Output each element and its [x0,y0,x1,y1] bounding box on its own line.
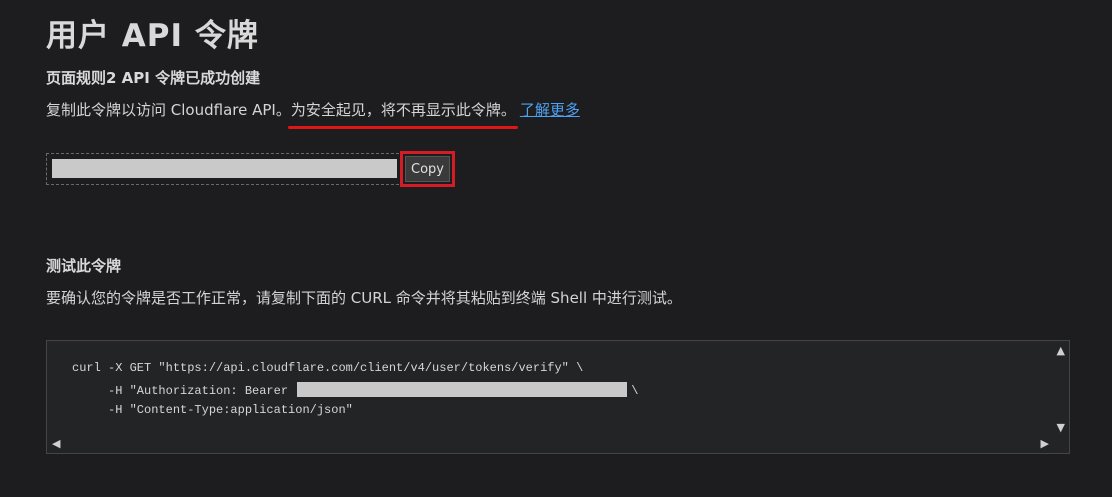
token-created-heading: 页面规则2 API 令牌已成功创建 [46,69,261,87]
token-value-field[interactable] [52,159,397,178]
token-display-box: Copy [46,151,455,187]
token-description: 复制此令牌以访问 Cloudflare API。为安全起见，将不再显示此令牌。了… [46,99,580,129]
scroll-left-icon[interactable]: ◀ [52,438,60,449]
learn-more-link[interactable]: 了解更多 [520,101,580,119]
scroll-up-icon[interactable]: ▲ [1057,345,1065,356]
test-token-description: 要确认您的令牌是否工作正常，请复制下面的 CURL 命令并将其粘贴到终端 She… [46,289,682,307]
content-type-header-line: -H "Content-Type:application/json" [72,403,353,417]
security-warning-text: 为安全起见，将不再显示此令牌。 [287,99,518,129]
page-title: 用户 API 令牌 [46,18,259,54]
scroll-right-icon[interactable]: ▶ [1041,438,1049,449]
curl-code-block[interactable]: curl -X GET "https://api.cloudflare.com/… [46,340,1070,454]
redacted-token [297,382,628,397]
copy-button[interactable]: Copy [405,156,450,182]
copy-instruction-text: 复制此令牌以访问 Cloudflare API。 [46,101,291,119]
authorization-header-line: -H "Authorization: Bearer \ [72,382,639,398]
red-underline-annotation [287,126,518,129]
copy-button-highlight: Copy [400,151,455,187]
curl-command-line: curl -X GET "https://api.cloudflare.com/… [72,361,584,375]
test-token-heading: 测试此令牌 [46,257,122,275]
scroll-down-icon[interactable]: ▼ [1057,422,1065,433]
